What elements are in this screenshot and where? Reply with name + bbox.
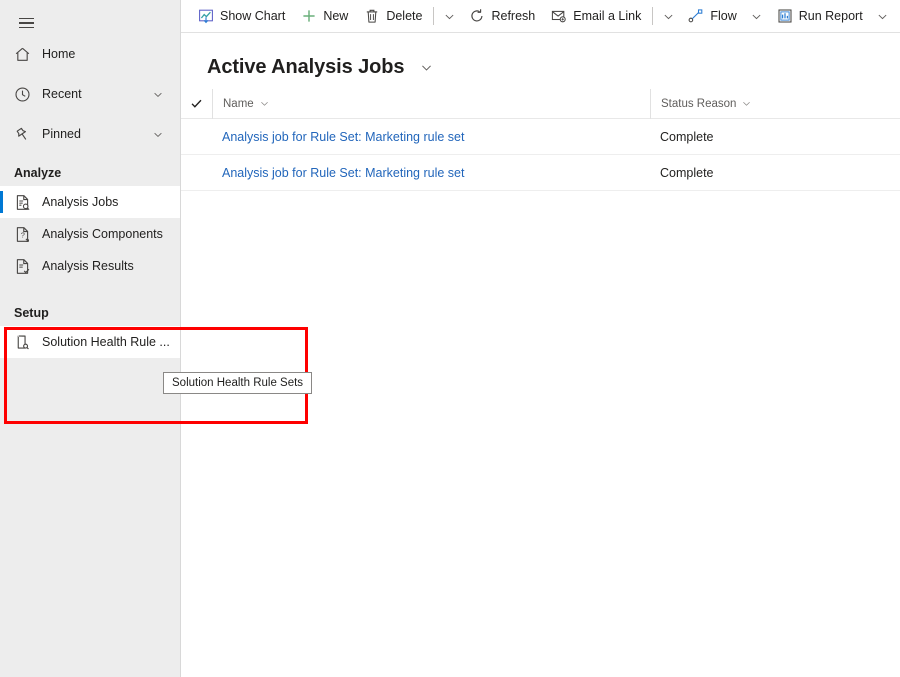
command-bar: Show Chart New Delete Refresh Email a Link Fl… [181,0,900,33]
plus-icon [301,8,317,24]
command-delete-button[interactable]: Delete [356,0,430,32]
command-overflow-chevron-down-icon[interactable] [656,0,680,32]
command-email-a-link-button[interactable]: Email a Link [543,0,649,32]
sidebar-primary-nav: Home Recent Pinned [0,38,180,158]
sidebar-item-pinned[interactable]: Pinned [0,118,180,150]
sidebar-item-solution-health-rule[interactable]: Solution Health Rule ... [0,326,180,358]
view-selector-chevron-down-icon[interactable] [420,61,433,74]
command-button-label: Run Report [798,9,863,23]
sidebar-item-analysis-jobs[interactable]: Analysis Jobs [0,186,180,218]
command-button-label: Delete [386,9,423,23]
command-overflow-chevron-down-icon[interactable] [745,0,769,32]
trash-icon [364,8,380,24]
data-grid: Name Status Reason Analysis job for Rule… [181,88,900,191]
command-button-label: Refresh [491,9,536,23]
sidebar-item-chevron-down-icon[interactable] [152,88,164,100]
command-button-label: Email a Link [573,9,642,23]
report-icon [777,8,793,24]
command-button-label: Show Chart [220,9,286,23]
select-all-checkmark-icon[interactable] [181,97,212,110]
column-header-status-reason-label: Status Reason [661,97,737,110]
command-bar-separator [433,7,435,25]
clock-icon [12,84,32,104]
app-window: Home Recent Pinned Analyze Analysis Jobs? An… [0,0,900,677]
sidebar-group-title-setup: Setup [14,306,49,320]
sidebar-item-label: Analysis Jobs [42,195,119,209]
hamburger-menu-icon[interactable] [10,8,42,38]
command-bar-separator [652,7,654,25]
main-content: Active Analysis Jobs Name Status Reason … [181,33,900,677]
table-row[interactable]: Analysis job for Rule Set: Marketing rul… [181,155,900,191]
sidebar-group-spacer [0,282,180,300]
column-header-status-reason-chevron-down-icon[interactable] [741,98,752,109]
sidebar-item-label: Recent [42,87,82,101]
email-icon [551,8,567,24]
column-header-name[interactable]: Name [212,88,650,119]
sidebar: Home Recent Pinned Analyze Analysis Jobs? An… [0,0,181,677]
column-header-name-label: Name [223,97,254,110]
pin-icon [12,124,32,144]
sidebar-item-label: Solution Health Rule ... [42,335,170,349]
command-run-report-button[interactable]: Run Report [769,0,871,32]
sidebar-item-chevron-down-icon[interactable] [152,128,164,140]
column-header-name-chevron-down-icon[interactable] [259,98,270,109]
row-status-reason: Complete [660,129,714,144]
sidebar-item-label: Analysis Components [42,227,163,241]
refresh-icon [469,8,485,24]
command-overflow-chevron-down-icon[interactable] [437,0,461,32]
column-header-status-reason[interactable]: Status Reason [650,88,900,119]
command-refresh-button[interactable]: Refresh [461,0,543,32]
sidebar-item-home[interactable]: Home [0,38,180,70]
sidebar-item-analysis-results[interactable]: Analysis Results [0,250,180,282]
view-header: Active Analysis Jobs [181,33,900,85]
row-name-link[interactable]: Analysis job for Rule Set: Marketing rul… [212,166,650,180]
sidebar-groups: Analyze Analysis Jobs? Analysis Components… [0,160,180,358]
tooltip: Solution Health Rule Sets [163,372,313,394]
home-icon [12,44,32,64]
command-overflow-chevron-down-icon[interactable] [871,0,895,32]
row-name-link[interactable]: Analysis job for Rule Set: Marketing rul… [212,130,650,144]
sidebar-group-title-analyze: Analyze [14,166,62,180]
row-status-reason: Complete [660,165,714,180]
document-rule-icon [12,332,32,352]
sidebar-item-analysis-components[interactable]: ? Analysis Components [0,218,180,250]
sidebar-item-label: Pinned [42,127,81,141]
document-search-icon [12,192,32,212]
chart-icon [198,8,214,24]
sidebar-item-recent[interactable]: Recent [0,78,180,110]
command-button-label: New [323,9,349,23]
grid-body: Analysis job for Rule Set: Marketing rul… [181,119,900,191]
page-title: Active Analysis Jobs [207,55,405,78]
grid-header-row: Name Status Reason [181,88,900,119]
sidebar-item-label: Analysis Results [42,259,134,273]
command-button-label: Flow [710,9,737,23]
document-check-icon [12,256,32,276]
table-row[interactable]: Analysis job for Rule Set: Marketing rul… [181,119,900,155]
command-new-button[interactable]: New [293,0,356,32]
svg-text:?: ? [20,230,24,239]
sidebar-item-label: Home [42,47,76,61]
command-show-chart-button[interactable]: Show Chart [190,0,293,32]
command-flow-button[interactable]: Flow [680,0,744,32]
flow-icon [688,8,704,24]
document-question-icon: ? [12,224,32,244]
